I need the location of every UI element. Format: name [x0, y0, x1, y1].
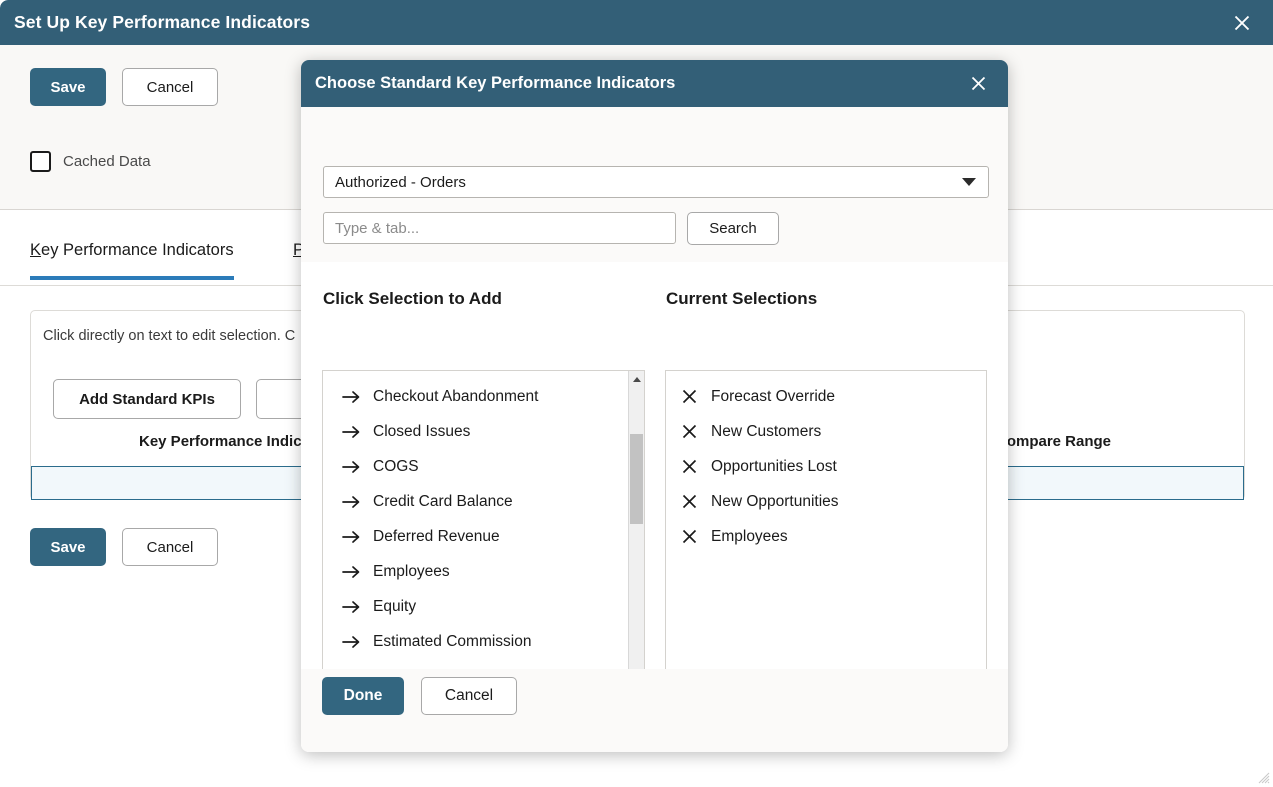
- list-item-label: Forecast Override: [711, 387, 836, 405]
- arrow-right-icon: [342, 565, 361, 579]
- choose-standard-kpis-dialog: Choose Standard Key Performance Indicato…: [301, 60, 1008, 752]
- tab-kpi-accesskey: K: [30, 241, 42, 259]
- tab-key-performance-indicators[interactable]: Key Performance Indicators: [30, 241, 234, 280]
- remove-x-icon[interactable]: [682, 389, 697, 404]
- list-item-label: Opportunities Lost: [711, 457, 837, 475]
- list-item-label: New Customers: [711, 422, 822, 440]
- window-title: Set Up Key Performance Indicators: [14, 12, 311, 32]
- list-item[interactable]: Forecast Override: [666, 379, 986, 414]
- list-item-label: Checkout Abandonment: [373, 387, 539, 405]
- arrow-right-icon: [342, 495, 361, 509]
- arrow-right-icon: [342, 390, 361, 404]
- save-button-top[interactable]: Save: [30, 68, 106, 106]
- list-item-label: COGS: [373, 457, 419, 475]
- list-item-label: New Opportunities: [711, 492, 839, 510]
- list-item-label: Closed Issues: [373, 422, 471, 440]
- window-titlebar: Set Up Key Performance Indicators: [0, 0, 1273, 45]
- dialog-title: Choose Standard Key Performance Indicato…: [315, 74, 676, 92]
- list-item[interactable]: New Customers: [666, 414, 986, 449]
- dialog-cancel-button[interactable]: Cancel: [421, 677, 517, 715]
- list-item[interactable]: Checkout Abandonment: [323, 379, 629, 414]
- remove-x-icon[interactable]: [682, 424, 697, 439]
- dialog-titlebar: Choose Standard Key Performance Indicato…: [301, 60, 1008, 107]
- done-button[interactable]: Done: [322, 677, 404, 715]
- arrow-right-icon: [342, 425, 361, 439]
- add-panel-heading: Click Selection to Add: [323, 289, 502, 308]
- current-panel-heading: Current Selections: [666, 289, 818, 308]
- list-item-label: Estimated Commission: [373, 632, 532, 650]
- list-item[interactable]: Equity: [323, 589, 629, 624]
- tab-kpi-label-rest: ey Performance Indicators: [41, 241, 234, 259]
- list-item-label: Employees: [711, 527, 788, 545]
- list-item[interactable]: Employees: [666, 519, 986, 554]
- list-item[interactable]: New Opportunities: [666, 484, 986, 519]
- remove-x-icon[interactable]: [682, 494, 697, 509]
- remove-x-icon[interactable]: [682, 459, 697, 474]
- dialog-footer: Done Cancel: [301, 669, 1008, 752]
- add-standard-kpis-button[interactable]: Add Standard KPIs: [53, 379, 241, 419]
- arrow-right-icon: [342, 530, 361, 544]
- dialog-body: Authorized - Orders Search Click Selecti…: [301, 107, 1008, 752]
- list-item[interactable]: Credit Card Balance: [323, 484, 629, 519]
- caret-up-icon[interactable]: [629, 371, 644, 387]
- column-header-compare-range: Compare Range: [996, 433, 1112, 450]
- close-icon[interactable]: [1229, 10, 1255, 36]
- list-item-label: Employees: [373, 562, 450, 580]
- cached-data-row: Cached Data: [30, 151, 151, 172]
- resize-grip-icon[interactable]: [1254, 768, 1270, 784]
- list-item-label: Equity: [373, 597, 417, 615]
- cached-data-checkbox[interactable]: [30, 151, 51, 172]
- remove-x-icon[interactable]: [682, 529, 697, 544]
- kpi-category-select[interactable]: Authorized - Orders: [323, 166, 989, 198]
- arrow-right-icon: [342, 635, 361, 649]
- search-input[interactable]: [323, 212, 676, 244]
- list-item[interactable]: Estimated Commission: [323, 624, 629, 659]
- kpi-hint-prefix: Click directly on text to edit selection…: [43, 328, 296, 344]
- list-item[interactable]: Opportunities Lost: [666, 449, 986, 484]
- list-item[interactable]: Deferred Revenue: [323, 519, 629, 554]
- save-button-bottom[interactable]: Save: [30, 528, 106, 566]
- list-item[interactable]: COGS: [323, 449, 629, 484]
- list-item[interactable]: Closed Issues: [323, 414, 629, 449]
- chevron-down-icon: [962, 178, 976, 186]
- list-item[interactable]: Employees: [323, 554, 629, 589]
- cached-data-label: Cached Data: [63, 153, 151, 170]
- cancel-button-bottom[interactable]: Cancel: [122, 528, 218, 566]
- kpi-category-select-value: Authorized - Orders: [335, 173, 466, 191]
- search-button[interactable]: Search: [687, 212, 779, 245]
- arrow-right-icon: [342, 460, 361, 474]
- close-icon[interactable]: [966, 72, 990, 96]
- list-item-label: Credit Card Balance: [373, 492, 513, 510]
- arrow-right-icon: [342, 600, 361, 614]
- cancel-button-top[interactable]: Cancel: [122, 68, 218, 106]
- scrollbar-thumb[interactable]: [630, 434, 643, 524]
- list-item-label: Deferred Revenue: [373, 527, 500, 545]
